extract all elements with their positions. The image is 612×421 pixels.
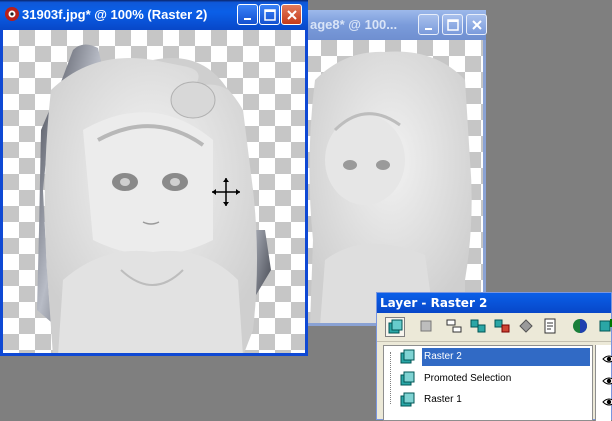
- image-window-1[interactable]: 31903f.jpg* @ 100% (Raster 2): [0, 0, 308, 356]
- adjustment-layer-button[interactable]: [571, 317, 591, 337]
- layer-list[interactable]: Raster 2 Promoted Selection Raster 1: [383, 345, 593, 421]
- anime-girl-image: [37, 44, 271, 353]
- paint-shop-pro-doc-icon[interactable]: [4, 6, 20, 22]
- image-canvas[interactable]: [3, 30, 305, 353]
- layer-name: Raster 2: [422, 348, 590, 366]
- new-layer-group-button[interactable]: [445, 317, 465, 337]
- anime-girl-image: [309, 51, 472, 323]
- maximize-button[interactable]: [442, 14, 463, 35]
- layer-palette-title: Layer - Raster 2: [377, 293, 611, 313]
- window-title-bar[interactable]: 31903f.jpg* @ 100% (Raster 2): [0, 0, 308, 30]
- window-title-bar[interactable]: age8* @ 100...: [302, 10, 487, 40]
- raster-layer-icon: [400, 392, 415, 407]
- new-mask-layer-button[interactable]: [469, 317, 489, 337]
- layer-row[interactable]: Raster 2: [396, 348, 590, 366]
- raster-layer-icon: [400, 349, 415, 364]
- delete-layer-button[interactable]: [493, 317, 513, 337]
- minimize-button[interactable]: [237, 4, 258, 25]
- close-button[interactable]: [466, 14, 487, 35]
- minimize-button[interactable]: [418, 14, 439, 35]
- image-window-2[interactable]: age8* @ 100...: [302, 10, 487, 326]
- layer-row[interactable]: Raster 1: [396, 391, 590, 409]
- eye-icon[interactable]: [602, 354, 612, 364]
- eye-icon[interactable]: [602, 376, 612, 386]
- image-canvas[interactable]: [305, 40, 483, 323]
- layer-palette[interactable]: Layer - Raster 2 Raster 2 Promoted Selec…: [376, 292, 612, 421]
- window-title: 31903f.jpg* @ 100% (Raster 2): [22, 7, 208, 22]
- blend-button[interactable]: [597, 317, 612, 337]
- properties-button[interactable]: [541, 317, 561, 337]
- raster-layer-icon: [400, 371, 415, 386]
- duplicate-layer-button[interactable]: [517, 317, 537, 337]
- tree-connector: [390, 352, 391, 404]
- eye-icon[interactable]: [602, 397, 612, 407]
- new-vector-layer-button[interactable]: [417, 317, 437, 337]
- window-title: age8* @ 100...: [310, 17, 398, 32]
- layer-toolbar: [377, 313, 612, 342]
- new-raster-layer-button[interactable]: [385, 317, 405, 337]
- close-button[interactable]: [281, 4, 302, 25]
- layer-name: Promoted Selection: [424, 373, 512, 384]
- maximize-button[interactable]: [259, 4, 280, 25]
- visibility-column: [595, 345, 612, 421]
- layer-row[interactable]: Promoted Selection: [396, 370, 590, 388]
- layer-name: Raster 1: [424, 394, 462, 405]
